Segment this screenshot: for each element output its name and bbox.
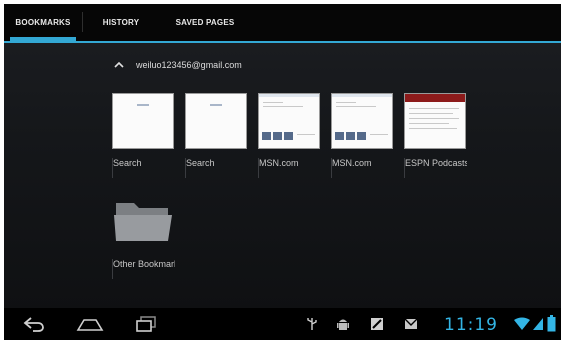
tab-divider <box>82 12 83 32</box>
recent-apps-icon[interactable] <box>134 315 158 333</box>
email-icon <box>404 318 418 329</box>
page-logo-placeholder <box>137 104 149 106</box>
page-text-line <box>409 108 459 109</box>
page-text-line <box>263 106 303 107</box>
bookmark-item[interactable]: MSN.com <box>331 93 393 178</box>
bookmark-item[interactable]: ESPN Podcasts <box>404 93 467 178</box>
page-header-strip <box>405 94 465 102</box>
bookmark-thumbnail <box>404 93 466 149</box>
page-image-block <box>346 132 355 140</box>
tab-history[interactable]: HISTORY <box>86 4 156 41</box>
tab-saved-pages[interactable]: SAVED PAGES <box>162 4 248 41</box>
bookmark-item[interactable]: Search <box>185 93 247 178</box>
account-email: weiluo123456@gmail.com <box>136 60 242 70</box>
status-clock: 11:19 <box>444 315 498 335</box>
page-text-line <box>263 102 283 103</box>
page-text-line <box>409 128 457 129</box>
bookmark-label-row: ESPN Podcasts <box>404 158 473 178</box>
bookmark-label: Search <box>113 158 142 168</box>
bookmark-thumbnail <box>185 93 247 149</box>
system-navigation-bar: 11:19 <box>4 308 561 340</box>
page-text-line <box>409 118 459 119</box>
bookmark-item[interactable]: Search <box>112 93 174 178</box>
folder-icon <box>114 203 172 241</box>
browser-bookmarks-screen: BOOKMARKS HISTORY SAVED PAGES weiluo1234… <box>4 4 561 340</box>
sd-card-icon <box>371 318 383 330</box>
tab-bookmarks-label: BOOKMARKS <box>15 18 71 27</box>
tab-saved-pages-label: SAVED PAGES <box>175 18 235 27</box>
bookmark-label: MSN.com <box>332 158 372 168</box>
page-text-line <box>370 134 388 135</box>
folder-label: Other Bookmarks <box>113 259 175 269</box>
wifi-icon <box>514 317 530 330</box>
tab-bookmarks[interactable]: BOOKMARKS <box>4 4 82 41</box>
page-text-line <box>336 106 376 107</box>
page-text-line <box>409 123 449 124</box>
page-header-strip <box>332 94 392 97</box>
usb-icon <box>307 318 317 330</box>
battery-icon <box>547 315 556 332</box>
page-image-block <box>357 132 366 140</box>
page-header-strip <box>259 94 319 97</box>
page-image-block <box>273 132 282 140</box>
bookmark-item[interactable]: MSN.com <box>258 93 320 178</box>
tab-bar: BOOKMARKS HISTORY SAVED PAGES <box>4 4 561 43</box>
account-header[interactable]: weiluo123456@gmail.com <box>112 56 242 74</box>
page-text-line <box>336 102 356 103</box>
back-icon[interactable] <box>22 316 46 332</box>
bookmark-thumbnail <box>258 93 320 149</box>
tab-history-label: HISTORY <box>102 18 140 27</box>
bookmark-label-row: Search <box>112 158 181 178</box>
android-debug-icon <box>337 319 349 330</box>
bookmark-label-row: Search <box>185 158 254 178</box>
page-text-line <box>409 113 453 114</box>
bookmark-label: ESPN Podcasts <box>405 158 467 168</box>
page-image-block <box>262 132 271 140</box>
bookmark-thumbnail <box>112 93 174 149</box>
bookmark-label-row: MSN.com <box>331 158 400 178</box>
page-image-block <box>284 132 293 140</box>
bookmark-thumbnail <box>331 93 393 149</box>
page-logo-placeholder <box>210 104 222 106</box>
signal-icon <box>533 318 543 330</box>
collapse-chevron-icon[interactable] <box>112 58 126 72</box>
bookmark-folder[interactable]: Other Bookmarks <box>112 197 175 279</box>
bookmark-label-row: MSN.com <box>258 158 327 178</box>
page-image-block <box>335 132 344 140</box>
bookmark-label-row: Other Bookmarks <box>112 259 181 279</box>
page-text-line <box>297 134 315 135</box>
bookmark-label: MSN.com <box>259 158 299 168</box>
bookmark-label: Search <box>186 158 215 168</box>
home-icon[interactable] <box>76 316 104 332</box>
